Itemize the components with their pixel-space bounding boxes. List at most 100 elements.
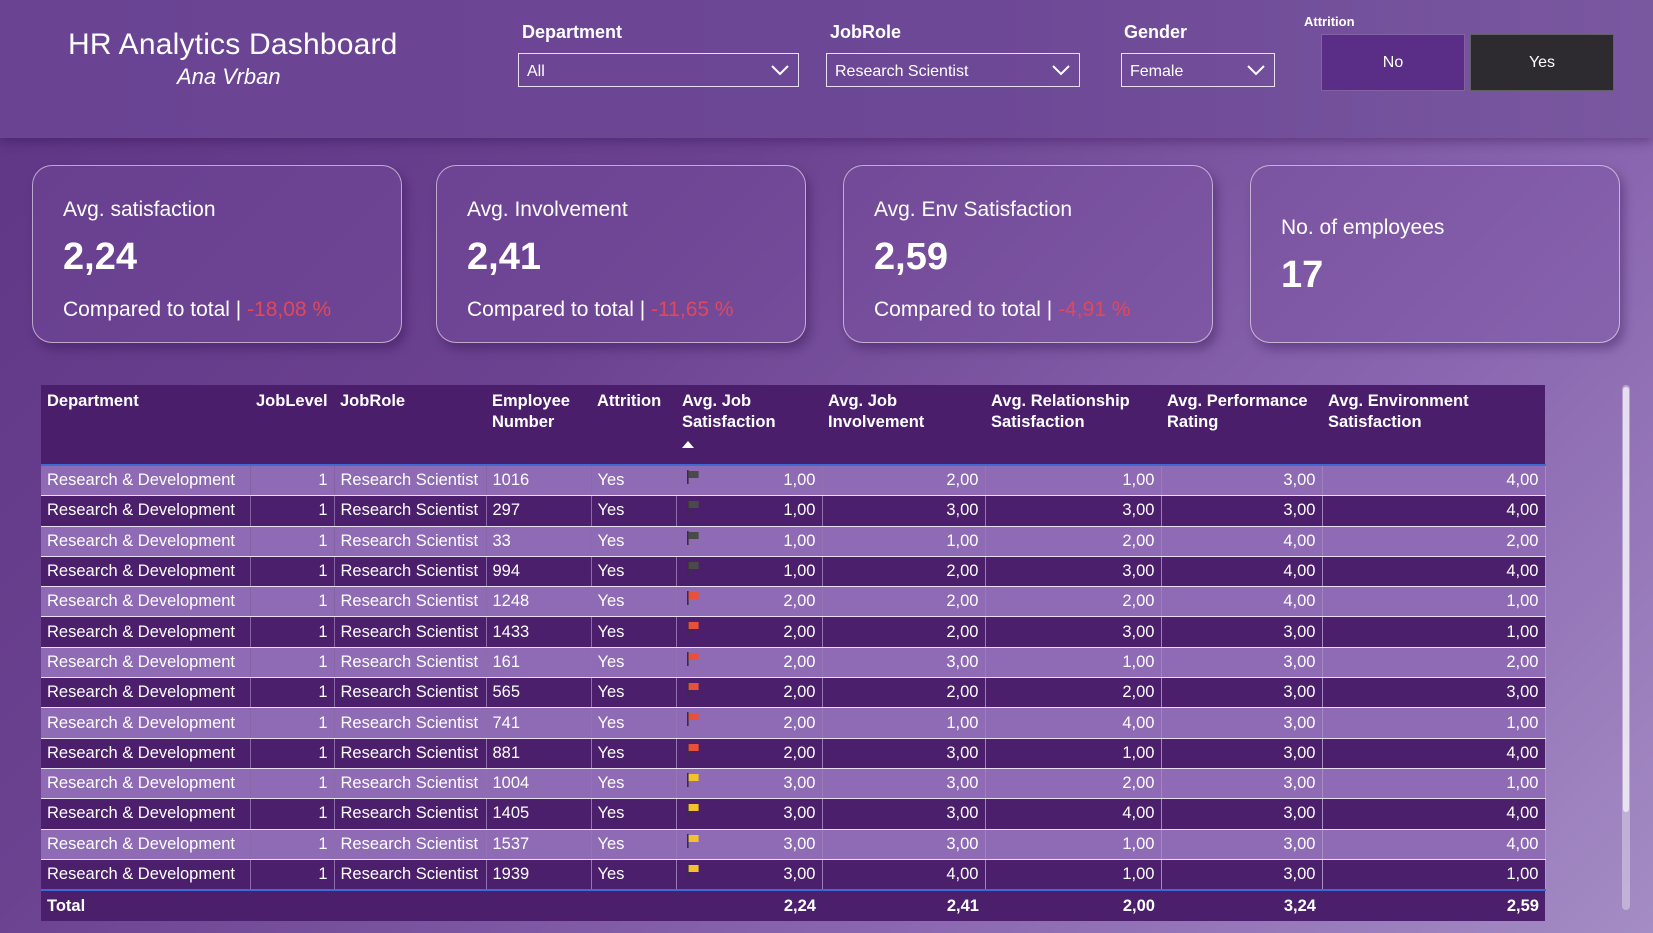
cell-avg-performance-rating: 3,00	[1161, 798, 1323, 830]
cell-joblevel: 1	[250, 798, 335, 830]
cell-avg-job-satisfaction: 1,00	[676, 556, 823, 588]
attrition-yes-button[interactable]: Yes	[1470, 34, 1614, 91]
col-header-employee-number[interactable]: Employee Number	[486, 385, 591, 466]
cell-avg-job-satisfaction: 3,00	[676, 768, 823, 800]
col-header-joblevel[interactable]: JobLevel	[250, 385, 334, 466]
cell-department: Research & Development	[41, 829, 251, 860]
card-value: 2,24	[63, 236, 137, 278]
cell-avg-job-involvement: 4,00	[822, 859, 986, 892]
cell-joblevel: 1	[250, 586, 335, 618]
table-row[interactable]: Research & Development 1 Research Scientis…	[41, 616, 1546, 648]
compare-label: Compared to total |	[874, 298, 1053, 321]
cell-joblevel: 1	[250, 738, 335, 769]
col-header-avg-relationship-satisfaction[interactable]: Avg. Relationship Satisfaction	[985, 385, 1161, 466]
col-header-attrition[interactable]: Attrition	[591, 385, 676, 466]
gender-dropdown[interactable]: Female	[1121, 53, 1275, 87]
cell-value: 2,00	[783, 622, 816, 641]
gender-filter-label: Gender	[1124, 22, 1188, 42]
table-row[interactable]: Research & Development 1 Research Scientis…	[41, 859, 1546, 892]
cell-avg-job-involvement: 3,00	[822, 495, 986, 527]
compare-label: Compared to total |	[63, 298, 242, 321]
cell-avg-relationship-satisfaction: 3,00	[985, 495, 1162, 527]
cell-avg-performance-rating: 3,00	[1161, 647, 1323, 679]
cell-attrition: Yes	[591, 798, 677, 830]
table-row[interactable]: Research & Development 1 Research Scientis…	[41, 465, 1546, 497]
department-dropdown[interactable]: All	[518, 53, 799, 87]
cell-avg-relationship-satisfaction: 3,00	[985, 556, 1162, 588]
cell-jobrole: Research Scientist	[334, 738, 487, 769]
cell-value: 1,00	[783, 562, 816, 581]
cell-avg-job-involvement: 1,00	[822, 526, 986, 557]
cell-avg-job-satisfaction: 2,00	[676, 616, 823, 648]
red-flag-icon	[686, 651, 699, 666]
table-scrollbar[interactable]	[1622, 385, 1630, 910]
jobrole-filter-label: JobRole	[830, 22, 902, 42]
cell-employee-number: 1016	[486, 465, 592, 497]
table-row[interactable]: Research & Development 1 Research Scientis…	[41, 677, 1546, 709]
cell-value: 1,00	[783, 471, 816, 490]
attrition-no-button[interactable]: No	[1321, 34, 1465, 91]
table-row[interactable]: Research & Development 1 Research Scientis…	[41, 647, 1546, 679]
cell-joblevel: 1	[250, 829, 335, 860]
chevron-down-icon	[1052, 65, 1070, 76]
cell-avg-job-satisfaction: 1,00	[676, 495, 823, 527]
cell-department: Research & Development	[41, 616, 251, 648]
cell-avg-environment-satisfaction: 1,00	[1322, 859, 1546, 892]
col-header-department[interactable]: Department	[41, 385, 250, 466]
table-row[interactable]: Research & Development 1 Research Scientis…	[41, 526, 1546, 557]
cell-avg-job-satisfaction: 2,00	[676, 586, 823, 618]
cell-value: 3,00	[783, 834, 816, 853]
cell-jobrole: Research Scientist	[334, 616, 487, 648]
cell-value: 2,00	[783, 652, 816, 671]
sort-ascending-icon	[682, 441, 694, 448]
table-row[interactable]: Research & Development 1 Research Scientis…	[41, 738, 1546, 769]
cell-avg-relationship-satisfaction: 4,00	[985, 707, 1162, 739]
table-row[interactable]: Research & Development 1 Research Scientis…	[41, 768, 1546, 800]
chevron-down-icon	[1247, 65, 1265, 76]
table-row[interactable]: Research & Development 1 Research Scientis…	[41, 586, 1546, 618]
jobrole-dropdown[interactable]: Research Scientist	[826, 53, 1080, 87]
table-row[interactable]: Research & Development 1 Research Scientis…	[41, 798, 1546, 830]
header-bar: HR Analytics Dashboard Ana Vrban Departm…	[0, 0, 1653, 138]
card-title: No. of employees	[1281, 216, 1445, 239]
red-flag-icon	[686, 621, 699, 636]
col-header-avg-performance-rating[interactable]: Avg. Performance Rating	[1161, 385, 1322, 466]
page-subtitle: Ana Vrban	[177, 64, 281, 89]
table-row[interactable]: Research & Development 1 Research Scientis…	[41, 829, 1546, 860]
cell-avg-job-involvement: 2,00	[822, 616, 986, 648]
total-avg-performance-rating: 3,24	[1161, 890, 1322, 922]
col-header-avg-job-involvement[interactable]: Avg. Job Involvement	[822, 385, 985, 466]
dark-flag-icon	[686, 500, 699, 515]
col-header-avg-job-satisfaction[interactable]: Avg. Job Satisfaction	[676, 385, 822, 466]
card-title: Avg. Involvement	[467, 198, 628, 221]
table-row[interactable]: Research & Development 1 Research Scientis…	[41, 495, 1546, 527]
gender-dropdown-value: Female	[1130, 63, 1184, 80]
cell-value: 3,00	[783, 865, 816, 883]
col-header-avg-environment-satisfaction[interactable]: Avg. Environment Satisfaction	[1322, 385, 1545, 466]
cell-attrition: Yes	[591, 616, 677, 648]
col-header-jobrole[interactable]: JobRole	[334, 385, 486, 466]
total-avg-job-involvement: 2,41	[822, 890, 985, 922]
table-total-row: Total 2,24 2,41 2,00 3,24 2,59	[41, 890, 1545, 922]
cell-avg-relationship-satisfaction: 1,00	[985, 465, 1162, 497]
cell-employee-number: 1405	[486, 798, 592, 830]
avg-involvement-card: Avg. Involvement 2,41 Compared to total …	[436, 165, 806, 343]
cell-attrition: Yes	[591, 647, 677, 679]
cell-jobrole: Research Scientist	[334, 586, 487, 618]
cell-department: Research & Development	[41, 859, 251, 892]
compare-value: -11,65 %	[651, 298, 734, 321]
cell-department: Research & Development	[41, 677, 251, 709]
red-flag-icon	[686, 591, 699, 606]
table-header-row: Department JobLevel JobRole Employee Num…	[41, 385, 1545, 466]
card-compare: Compared to total | -4,91 %	[874, 298, 1130, 322]
yellow-flag-icon	[686, 803, 699, 818]
scrollbar-thumb[interactable]	[1623, 387, 1629, 812]
cell-jobrole: Research Scientist	[334, 859, 487, 892]
col-header-label: Avg. Job Satisfaction	[682, 392, 776, 431]
table-row[interactable]: Research & Development 1 Research Scientis…	[41, 556, 1546, 588]
cell-avg-job-satisfaction: 3,00	[676, 829, 823, 860]
table-row[interactable]: Research & Development 1 Research Scientis…	[41, 707, 1546, 739]
cell-avg-performance-rating: 3,00	[1161, 707, 1323, 739]
compare-value: -4,91 %	[1058, 298, 1131, 321]
cell-avg-performance-rating: 4,00	[1161, 526, 1323, 557]
